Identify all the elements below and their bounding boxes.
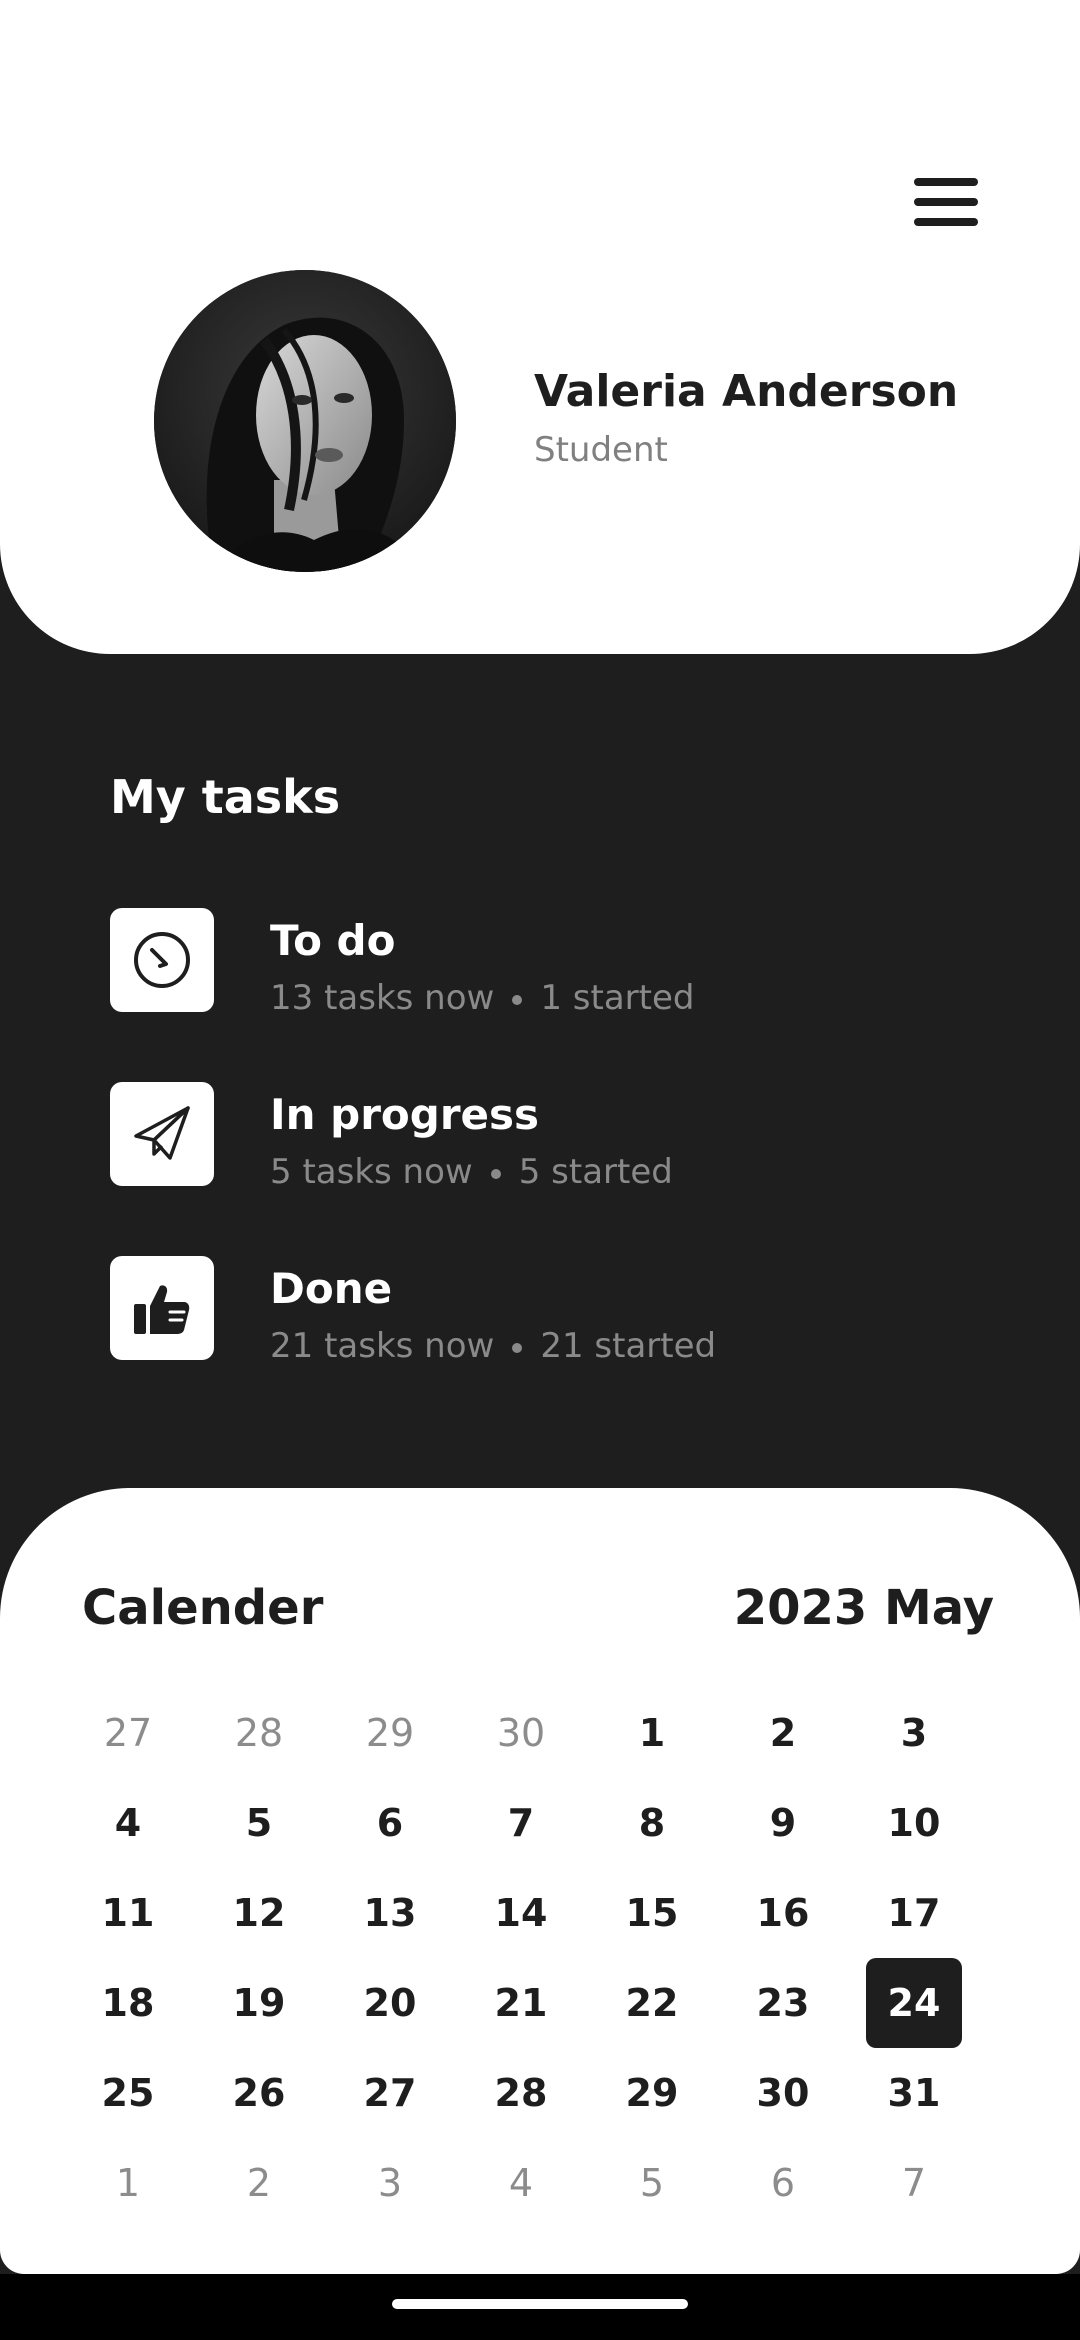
calendar-day[interactable]: 24 <box>866 1958 962 2048</box>
hamburger-menu-icon <box>914 178 978 186</box>
calendar-day[interactable]: 29 <box>604 2048 700 2138</box>
calendar-day[interactable]: 9 <box>735 1778 831 1868</box>
task-icon-box <box>110 1082 214 1186</box>
task-item-in-progress[interactable]: In progress 5 tasks now 5 started <box>110 1082 970 1192</box>
hamburger-menu-icon-bar <box>914 198 978 206</box>
calendar-day[interactable]: 23 <box>735 1958 831 2048</box>
calendar-day[interactable]: 22 <box>604 1958 700 2048</box>
task-item-todo[interactable]: To do 13 tasks now 1 started <box>110 908 970 1018</box>
task-icon-box <box>110 908 214 1012</box>
calendar-day[interactable]: 6 <box>735 2138 831 2228</box>
calendar-day[interactable]: 20 <box>342 1958 438 2048</box>
user-name: Valeria Anderson <box>534 366 959 417</box>
calendar-day[interactable]: 28 <box>473 2048 569 2138</box>
calendar-day[interactable]: 6 <box>342 1778 438 1868</box>
calendar-day[interactable]: 15 <box>604 1868 700 1958</box>
calendar-day[interactable]: 2 <box>211 2138 307 2228</box>
calendar-day[interactable]: 3 <box>342 2138 438 2228</box>
calendar-day[interactable]: 16 <box>735 1868 831 1958</box>
avatar[interactable] <box>154 270 456 572</box>
user-photo-icon <box>154 270 456 572</box>
calendar-day[interactable]: 28 <box>211 1688 307 1778</box>
task-started: 21 started <box>540 1326 717 1366</box>
calendar-day[interactable]: 30 <box>735 2048 831 2138</box>
calendar-day[interactable]: 7 <box>473 1778 569 1868</box>
clock-icon <box>134 932 190 988</box>
task-meta: 13 tasks now 1 started <box>270 978 694 1018</box>
menu-button[interactable] <box>906 172 986 232</box>
task-item-done[interactable]: Done 21 tasks now 21 started <box>110 1256 970 1366</box>
calendar-day[interactable]: 1 <box>604 1688 700 1778</box>
calendar-day[interactable]: 25 <box>80 2048 176 2138</box>
task-started: 1 started <box>540 978 695 1018</box>
calendar-day[interactable]: 7 <box>866 2138 962 2228</box>
task-title: Done <box>270 1264 393 1313</box>
paper-plane-icon <box>134 1106 190 1160</box>
profile-card: Valeria Anderson Student <box>0 0 1080 654</box>
calendar-day[interactable]: 8 <box>604 1778 700 1868</box>
hamburger-menu-icon-bar <box>914 218 978 226</box>
calendar-day[interactable]: 4 <box>80 1778 176 1868</box>
calendar-day[interactable]: 14 <box>473 1868 569 1958</box>
calendar-day[interactable]: 27 <box>80 1688 176 1778</box>
calendar-month-label[interactable]: 2023 May <box>734 1580 994 1636</box>
task-count: 13 tasks now <box>270 978 495 1018</box>
calendar-card: Calender 2023 May 27 28 29 30 1 2 3 4 5 6 7 8 9 10 11 1… <box>0 1488 1080 2274</box>
calendar-day[interactable]: 31 <box>866 2048 962 2138</box>
user-role: Student <box>534 430 668 470</box>
task-count: 21 tasks now <box>270 1326 495 1366</box>
calendar-day[interactable]: 5 <box>604 2138 700 2228</box>
calendar-day[interactable]: 11 <box>80 1868 176 1958</box>
calendar-day[interactable]: 2 <box>735 1688 831 1778</box>
my-tasks-heading: My tasks <box>110 770 341 824</box>
calendar-day[interactable]: 26 <box>211 2048 307 2138</box>
separator-dot <box>512 994 523 1005</box>
home-indicator[interactable] <box>392 2299 688 2309</box>
calendar-day[interactable]: 19 <box>211 1958 307 2048</box>
calendar-day[interactable]: 4 <box>473 2138 569 2228</box>
separator-dot <box>512 1342 523 1353</box>
calendar-day[interactable]: 3 <box>866 1688 962 1778</box>
separator-dot <box>490 1168 501 1179</box>
calendar-title: Calender <box>82 1580 324 1636</box>
calendar-day[interactable]: 1 <box>80 2138 176 2228</box>
task-icon-box <box>110 1256 214 1360</box>
task-meta: 5 tasks now 5 started <box>270 1152 673 1192</box>
task-meta: 21 tasks now 21 started <box>270 1326 716 1366</box>
task-started: 5 started <box>518 1152 673 1192</box>
task-title: In progress <box>270 1090 540 1139</box>
calendar-day[interactable]: 29 <box>342 1688 438 1778</box>
calendar-day[interactable]: 30 <box>473 1688 569 1778</box>
thumbs-up-icon <box>134 1285 190 1334</box>
calendar-day[interactable]: 5 <box>211 1778 307 1868</box>
calendar-day[interactable]: 17 <box>866 1868 962 1958</box>
task-count: 5 tasks now <box>270 1152 473 1192</box>
calendar-day[interactable]: 21 <box>473 1958 569 2048</box>
task-title: To do <box>270 916 396 965</box>
calendar-day[interactable]: 27 <box>342 2048 438 2138</box>
calendar-day[interactable]: 18 <box>80 1958 176 2048</box>
calendar-day[interactable]: 10 <box>866 1778 962 1868</box>
calendar-day[interactable]: 12 <box>211 1868 307 1958</box>
calendar-day[interactable]: 13 <box>342 1868 438 1958</box>
